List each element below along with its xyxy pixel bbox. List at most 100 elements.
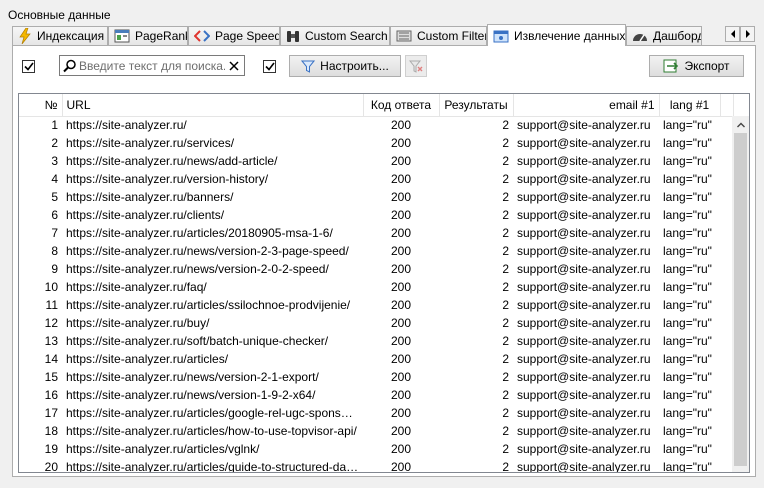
table-row[interactable]: 1 https://site-analyzer.ru/200 2 support@si…: [19, 116, 733, 134]
search-input[interactable]: [77, 58, 227, 73]
cell-response-code: 200: [390, 316, 412, 330]
tab-data-extraction[interactable]: Извлечение данных: [487, 24, 626, 46]
column-header-email[interactable]: email #1: [513, 94, 660, 117]
table-row[interactable]: 8 https://site-analyzer.ru/news/version-2…: [19, 242, 733, 260]
table-row[interactable]: 10 https://site-analyzer.ru/faq/200 2 suppo…: [19, 278, 733, 296]
cell-response-code: 200: [390, 280, 412, 294]
cell-number: 6: [51, 208, 58, 222]
vertical-scrollbar[interactable]: [732, 116, 749, 472]
table-row[interactable]: 4 https://site-analyzer.ru/version-histor…: [19, 170, 733, 188]
cell-email: support@site-analyzer.ru: [517, 226, 651, 240]
tab-scroll-left-button[interactable]: [725, 26, 740, 42]
table-row[interactable]: 9 https://site-analyzer.ru/news/version-2…: [19, 260, 733, 278]
cell-results: 2: [502, 442, 509, 456]
checkmark-icon: [23, 62, 34, 71]
cell-response-code: 200: [390, 460, 412, 473]
checkmark-icon: [264, 62, 275, 71]
cell-url: https://site-analyzer.ru/banners/: [66, 190, 234, 204]
cell-url: https://site-analyzer.ru/news/version-2-…: [66, 370, 319, 384]
cell-lang: lang="ru": [663, 208, 712, 222]
table-row[interactable]: 18 https://site-analyzer.ru/articles/how-…: [19, 422, 733, 440]
column-header-results[interactable]: Результаты: [439, 94, 514, 117]
table-row[interactable]: 3 https://site-analyzer.ru/news/add-artic…: [19, 152, 733, 170]
table-row[interactable]: 16 https://site-analyzer.ru/news/version-…: [19, 386, 733, 404]
clear-search-icon[interactable]: [229, 60, 239, 71]
cell-email: support@site-analyzer.ru: [517, 190, 651, 204]
tab-custom-filters[interactable]: Custom Filters: [390, 26, 487, 45]
cell-response-code: 200: [390, 136, 412, 150]
clear-filter-icon: [409, 60, 423, 73]
table-row[interactable]: 15 https://site-analyzer.ru/news/version-…: [19, 368, 733, 386]
cell-url: https://site-analyzer.ru/articles/vglnk/: [66, 442, 260, 456]
cell-response-code: 200: [390, 388, 412, 402]
column-header-response-code[interactable]: Код ответа: [363, 94, 440, 117]
table-row[interactable]: 5 https://site-analyzer.ru/banners/200 2 su…: [19, 188, 733, 206]
cell-number: 17: [44, 406, 58, 420]
column-header-lang[interactable]: lang #1: [659, 94, 721, 117]
tab-dashboard[interactable]: Дашборд: [626, 26, 702, 45]
search-icon: [63, 59, 76, 72]
column-header-url[interactable]: URL: [62, 94, 364, 117]
cell-url: https://site-analyzer.ru/soft/batch-uniq…: [66, 334, 329, 348]
cell-email: support@site-analyzer.ru: [517, 424, 651, 438]
cell-response-code: 200: [390, 244, 412, 258]
export-button[interactable]: Экспорт: [649, 55, 744, 77]
cell-number: 1: [51, 118, 58, 133]
table-body: 1 https://site-analyzer.ru/200 2 support@si…: [19, 116, 733, 473]
cell-results: 2: [502, 298, 509, 312]
results-grid: № URL Код ответа Результаты email #1 lan…: [18, 93, 750, 473]
table-row[interactable]: 6 https://site-analyzer.ru/clients/200 2 su…: [19, 206, 733, 224]
extract-data-icon: [493, 30, 509, 42]
tab-custom-search[interactable]: Custom Search: [280, 26, 390, 45]
table-row[interactable]: 11 https://site-analyzer.ru/articles/ssil…: [19, 296, 733, 314]
cell-results: 2: [502, 172, 509, 186]
cell-response-code: 200: [390, 370, 412, 384]
column-header-number[interactable]: №: [19, 94, 63, 117]
cell-url: https://site-analyzer.ru/articles/guide-…: [66, 460, 360, 473]
cell-email: support@site-analyzer.ru: [517, 316, 651, 330]
table-row[interactable]: 13 https://site-analyzer.ru/soft/batch-un…: [19, 332, 733, 350]
cell-lang: lang="ru": [663, 406, 712, 420]
cell-response-code: 200: [390, 154, 412, 168]
cell-lang: lang="ru": [663, 244, 712, 258]
cell-number: 19: [44, 442, 58, 456]
dashboard-icon: [633, 34, 647, 42]
cell-response-code: 200: [390, 352, 412, 366]
configure-button[interactable]: Настроить...: [289, 55, 401, 77]
clear-filter-button[interactable]: [405, 55, 427, 77]
cell-results: 2: [502, 424, 509, 438]
scroll-up-button[interactable]: [732, 116, 749, 133]
cell-url: https://site-analyzer.ru/: [66, 118, 187, 133]
table-row[interactable]: 17 https://site-analyzer.ru/articles/goog…: [19, 404, 733, 422]
filter-checkbox[interactable]: [263, 60, 276, 73]
cell-lang: lang="ru": [663, 388, 712, 402]
cell-lang: lang="ru": [663, 316, 712, 330]
table-row[interactable]: 14 https://site-analyzer.ru/articles/200 2…: [19, 350, 733, 368]
tab-scroll-right-button[interactable]: [740, 26, 755, 42]
cell-results: 2: [502, 460, 509, 473]
table-row[interactable]: 7 https://site-analyzer.ru/articles/20180…: [19, 224, 733, 242]
cell-email: support@site-analyzer.ru: [517, 460, 651, 473]
table-row[interactable]: 12 https://site-analyzer.ru/buy/200 2 suppo…: [19, 314, 733, 332]
cell-email: support@site-analyzer.ru: [517, 298, 651, 312]
lightning-icon: [19, 28, 31, 44]
tab-page-speed[interactable]: Page Speed: [188, 26, 280, 45]
tab-pagerank[interactable]: PageRank: [108, 26, 188, 45]
table-row[interactable]: 2 https://site-analyzer.ru/services/200 2 s…: [19, 134, 733, 152]
cell-results: 2: [502, 190, 509, 204]
cell-results: 2: [502, 136, 509, 150]
data-extraction-panel: Настроить... Экспорт № URL Код ответа Ре…: [12, 45, 756, 477]
select-all-checkbox[interactable]: [22, 60, 35, 73]
table-row[interactable]: 19 https://site-analyzer.ru/articles/vgln…: [19, 440, 733, 458]
tab-indexing[interactable]: Индексация: [12, 26, 108, 45]
cell-email: support@site-analyzer.ru: [517, 262, 651, 276]
cell-url: https://site-analyzer.ru/articles/ssiloc…: [66, 298, 351, 312]
scrollbar-thumb[interactable]: [734, 133, 747, 466]
cell-results: 2: [502, 316, 509, 330]
cell-lang: lang="ru": [663, 226, 712, 240]
chevron-up-icon: [736, 122, 745, 127]
cell-url: https://site-analyzer.ru/news/version-2-…: [66, 262, 329, 276]
tab-label: Извлечение данных: [514, 28, 626, 43]
chevron-right-icon: [745, 30, 750, 38]
table-row[interactable]: 20 https://site-analyzer.ru/articles/guid…: [19, 458, 733, 473]
